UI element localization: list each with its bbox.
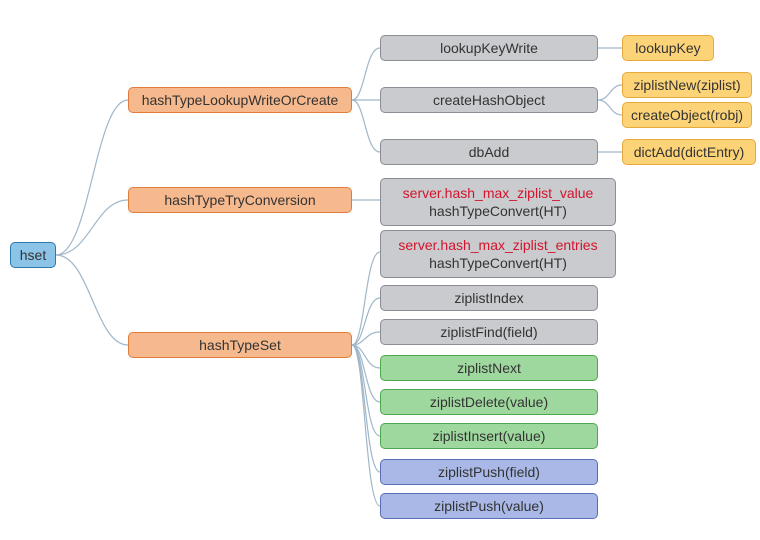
node-ziplistNew: ziplistNew(ziplist) (622, 72, 752, 98)
tryconv-action: hashTypeConvert(HT) (393, 202, 603, 220)
node-set-cond-box: server.hash_max_ziplist_entries hashType… (380, 230, 616, 278)
node-dbAdd: dbAdd (380, 139, 598, 165)
node-ziplistInsert: ziplistInsert(value) (380, 423, 598, 449)
node-lookupKeyWrite: lookupKeyWrite (380, 35, 598, 61)
node-ziplistPush-field: ziplistPush(field) (380, 459, 598, 485)
node-ziplistDelete: ziplistDelete(value) (380, 389, 598, 415)
node-hashTypeLookupWriteOrCreate: hashTypeLookupWriteOrCreate (128, 87, 352, 113)
node-lookupKey: lookupKey (622, 35, 714, 61)
node-hashTypeSet: hashTypeSet (128, 332, 352, 358)
node-hashTypeTryConversion: hashTypeTryConversion (128, 187, 352, 213)
node-ziplistNext: ziplistNext (380, 355, 598, 381)
node-tryconv-box: server.hash_max_ziplist_value hashTypeCo… (380, 178, 616, 226)
node-createObject: createObject(robj) (622, 102, 752, 128)
node-dictAdd: dictAdd(dictEntry) (622, 139, 756, 165)
node-hset: hset (10, 242, 56, 268)
node-createHashObject: createHashObject (380, 87, 598, 113)
tryconv-cond: server.hash_max_ziplist_value (393, 184, 603, 202)
node-ziplistIndex: ziplistIndex (380, 285, 598, 311)
node-ziplistPush-value: ziplistPush(value) (380, 493, 598, 519)
set-cond: server.hash_max_ziplist_entries (393, 236, 603, 254)
set-action: hashTypeConvert(HT) (393, 254, 603, 272)
node-ziplistFind: ziplistFind(field) (380, 319, 598, 345)
